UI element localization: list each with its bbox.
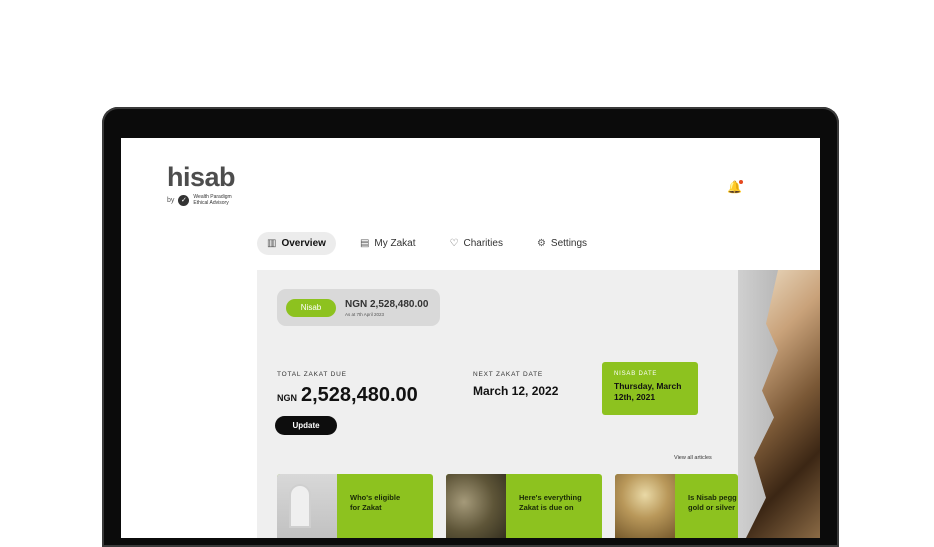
total-zakat-currency: NGN xyxy=(277,393,297,403)
tab-label: Charities xyxy=(463,238,503,249)
nisab-button[interactable]: Nisab xyxy=(286,298,336,317)
by-label: by xyxy=(167,196,175,204)
article-title-line: Here's everything xyxy=(519,493,582,502)
overview-panel: Nisab NGN 2,528,480.00 As at 7th April 2… xyxy=(257,270,738,538)
total-zakat-section: TOTAL ZAKAT DUE NGN 2,528,480.00 xyxy=(277,371,418,407)
article-title-line: for Zakat xyxy=(350,503,382,512)
gear-icon: ⚙ xyxy=(536,238,546,249)
article-card[interactable]: Here's everything Zakat is due on xyxy=(446,474,602,538)
next-zakat-date: March 12, 2022 xyxy=(473,384,559,398)
article-card[interactable]: Is Nisab pegg gold or silver xyxy=(615,474,738,538)
tab-label: Settings xyxy=(550,238,588,249)
article-title-line: Who's eligible xyxy=(350,493,401,502)
nisab-summary: Nisab NGN 2,528,480.00 As at 7th April 2… xyxy=(277,289,440,326)
brand-byline: by ✓ Wealth Paradigm Ethical Advisory xyxy=(167,194,243,206)
app-screen: hisab by ✓ Wealth Paradigm Ethical Advis… xyxy=(121,138,820,538)
main-tabs: ▥ Overview ▤ My Zakat ♡ Charities ⚙ Sett… xyxy=(257,232,597,255)
nisab-date-label: NISAB DATE xyxy=(614,371,658,377)
nisab-as-at: As at 7th April 2023 xyxy=(345,311,385,317)
article-title-line: gold or silver xyxy=(688,503,736,512)
nisab-date-line1: Thursday, March xyxy=(614,381,682,391)
article-image xyxy=(277,474,337,538)
article-title-line: Is Nisab pegg xyxy=(688,493,737,502)
article-title: Who's eligible for Zakat xyxy=(350,493,420,513)
tab-label: My Zakat xyxy=(374,238,416,249)
brand-name: hisab xyxy=(167,162,236,192)
total-zakat-label: TOTAL ZAKAT DUE xyxy=(277,371,347,378)
partner-logo-icon: ✓ xyxy=(178,194,190,206)
article-image xyxy=(615,474,675,538)
tab-my-zakat[interactable]: ▤ My Zakat xyxy=(350,232,426,255)
tab-label: Overview xyxy=(281,238,326,249)
heart-icon: ♡ xyxy=(449,238,459,249)
nisab-values: NGN 2,528,480.00 As at 7th April 2023 xyxy=(345,299,428,317)
nisab-date-line2: 12th, 2021 xyxy=(614,392,656,402)
tab-settings[interactable]: ⚙ Settings xyxy=(527,232,597,255)
notification-dot xyxy=(738,180,743,184)
nisab-amount: NGN 2,528,480.00 xyxy=(345,298,429,310)
view-all-articles-link[interactable]: View all articles xyxy=(674,455,712,461)
total-zakat-value: 2,528,480.00 xyxy=(301,384,418,406)
update-button[interactable]: Update xyxy=(275,416,337,435)
nisab-date-value: Thursday, March 12th, 2021 xyxy=(614,381,686,403)
wallet-icon: ▤ xyxy=(359,238,370,249)
article-title: Is Nisab pegg gold or silver xyxy=(688,493,738,513)
tab-charities[interactable]: ♡ Charities xyxy=(440,232,513,255)
article-card[interactable]: Who's eligible for Zakat xyxy=(277,474,433,538)
nisab-date-card: NISAB DATE Thursday, March 12th, 2021 xyxy=(602,362,698,415)
next-zakat-section: NEXT ZAKAT DATE March 12, 2022 xyxy=(473,371,558,398)
brand-logo[interactable]: hisab by ✓ Wealth Paradigm Ethical Advis… xyxy=(167,162,243,206)
article-title-line: Zakat is due on xyxy=(519,503,574,512)
article-image xyxy=(446,474,506,538)
total-zakat-amount: NGN 2,528,480.00 xyxy=(277,384,418,407)
notification-bell-icon[interactable]: 🔔 xyxy=(727,180,743,194)
next-zakat-label: NEXT ZAKAT DATE xyxy=(473,371,544,378)
tab-overview[interactable]: ▥ Overview xyxy=(257,232,336,255)
article-title: Here's everything Zakat is due on xyxy=(519,493,589,513)
partner-name: Wealth Paradigm Ethical Advisory xyxy=(193,194,232,206)
chart-icon: ▥ xyxy=(267,238,277,249)
